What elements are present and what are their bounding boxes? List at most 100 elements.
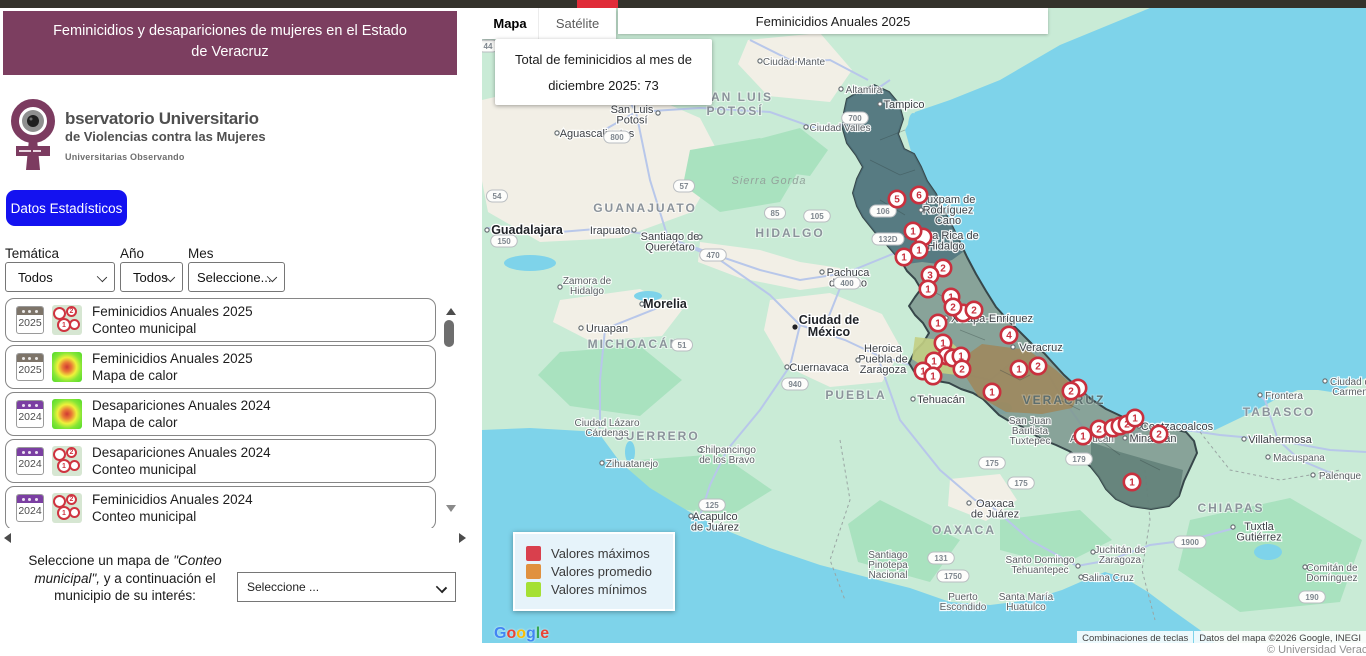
map-marker[interactable]: 1 bbox=[903, 221, 923, 241]
marker-count: 1 bbox=[989, 388, 995, 399]
city-dot bbox=[803, 124, 809, 130]
city-dot bbox=[1322, 378, 1328, 384]
city-label: Domínguez bbox=[1306, 573, 1357, 584]
tematica-select[interactable]: Todos bbox=[5, 262, 115, 292]
map-marker[interactable]: 1 bbox=[1009, 359, 1029, 379]
scrollbar-left-arrow[interactable] bbox=[4, 533, 11, 543]
city-dot bbox=[966, 500, 972, 506]
road-shield-number: 1750 bbox=[944, 572, 962, 581]
mes-label: Mes bbox=[188, 246, 214, 261]
map-marker[interactable]: 2 bbox=[1149, 424, 1169, 444]
map-marker[interactable]: 1 bbox=[928, 313, 948, 333]
observatory-logo: bservatorio Universitario de Violencias … bbox=[8, 94, 308, 178]
road-shield-number: 44 bbox=[484, 42, 493, 51]
map-marker[interactable]: 6 bbox=[909, 185, 929, 205]
legend-swatch bbox=[526, 546, 541, 561]
layer-card[interactable]: 2024 2 1 Feminicidios Anuales 2024 Conteo mu… bbox=[5, 486, 436, 528]
city-label: Villahermosa bbox=[1248, 434, 1312, 446]
female-symbol-icon bbox=[11, 99, 55, 170]
road-shield-number: 150 bbox=[497, 237, 511, 246]
layer-title: Feminicidios Anuales 2025 bbox=[92, 351, 253, 366]
google-logo[interactable]: Google bbox=[494, 625, 549, 643]
map-marker[interactable]: 5 bbox=[887, 189, 907, 209]
layer-card[interactable]: 2024 Desapariciones Anuales 2024 Mapa de c… bbox=[5, 392, 436, 436]
calendar-year-icon: 2025 bbox=[16, 353, 44, 381]
municipio-select[interactable]: Seleccione ... bbox=[237, 572, 456, 602]
scrollbar-up-arrow[interactable] bbox=[446, 308, 456, 315]
city-label: Escondido bbox=[940, 602, 987, 613]
map-overlay-title: Feminicidios Anuales 2025 bbox=[618, 8, 1048, 34]
city-dot bbox=[631, 227, 637, 233]
map-type-map-button[interactable]: Mapa bbox=[482, 8, 538, 39]
chevron-down-icon bbox=[96, 271, 108, 283]
city-label: Ciudad Mante bbox=[763, 57, 826, 68]
city-label: Querétaro bbox=[645, 242, 695, 254]
map-marker[interactable]: 1 bbox=[923, 366, 943, 386]
map-marker[interactable]: 2 bbox=[952, 359, 972, 379]
tooltip-line-2: diciembre 2025: 73 bbox=[548, 77, 659, 93]
map-marker[interactable]: 1 bbox=[1073, 426, 1093, 446]
state-label: GUANAJUATO bbox=[593, 201, 697, 215]
map-marker[interactable]: 1 bbox=[1122, 472, 1142, 492]
map-marker[interactable]: 1 bbox=[918, 279, 938, 299]
marker-count: 1 bbox=[916, 246, 922, 257]
scrollbar-right-arrow[interactable] bbox=[459, 533, 466, 543]
city-dot bbox=[1265, 454, 1271, 460]
map-marker[interactable]: 2 bbox=[964, 300, 984, 320]
road-shield-number: 125 bbox=[705, 501, 719, 510]
city-dot bbox=[697, 234, 703, 240]
marker-count: 4 bbox=[1006, 331, 1012, 342]
city-label: Tampico bbox=[884, 99, 925, 111]
city-dot bbox=[1302, 564, 1308, 570]
city-label: Tuxtepec bbox=[1010, 436, 1051, 447]
top-bar-accent bbox=[577, 0, 618, 8]
city-label: Macuspana bbox=[1273, 453, 1325, 464]
statistics-data-button[interactable]: Datos Estadísticos bbox=[6, 190, 127, 226]
scrollbar-down-arrow[interactable] bbox=[446, 505, 456, 512]
map-marker[interactable]: 1 bbox=[894, 247, 914, 267]
scrollbar-thumb[interactable] bbox=[444, 320, 454, 347]
legend-row: Valores máximos bbox=[526, 546, 662, 561]
city-label: Altamira bbox=[846, 85, 883, 96]
city-label: Zaragoza bbox=[860, 364, 907, 376]
layer-card[interactable]: 2025 Feminicidios Anuales 2025 Mapa de cal… bbox=[5, 345, 436, 389]
city-label: Veracruz bbox=[1019, 342, 1062, 354]
map-attribution: Combinaciones de teclas Datos del mapa ©… bbox=[1077, 631, 1366, 643]
city-label: Palenque bbox=[1319, 471, 1362, 482]
map-marker[interactable]: 4 bbox=[999, 325, 1019, 345]
google-map[interactable]: Sierra Gorda SAN LUIS POTOSÍ GUANAJUATO HID… bbox=[482, 8, 1366, 643]
city-label: Hidalgo bbox=[927, 241, 964, 253]
road-shield-number: 51 bbox=[678, 341, 687, 350]
mes-select[interactable]: Seleccione... bbox=[188, 262, 285, 292]
map-marker[interactable]: 2 bbox=[943, 297, 963, 317]
legend-label: Valores mínimos bbox=[551, 582, 647, 597]
map-type-satellite-button[interactable]: Satélite bbox=[538, 8, 616, 39]
terrain-labels: Sierra Gorda bbox=[732, 175, 806, 187]
road-shield-number: 132D bbox=[878, 235, 897, 244]
road-shield-number: 1900 bbox=[1181, 538, 1199, 547]
city-dot bbox=[578, 325, 584, 331]
logo-line-1: bservatorio Universitario bbox=[65, 109, 259, 128]
city-dot bbox=[855, 357, 861, 363]
city-dot bbox=[838, 86, 844, 92]
city-label: Tehuacán bbox=[917, 394, 965, 406]
map-marker[interactable]: 1 bbox=[982, 382, 1002, 402]
municipio-prompt: Seleccione un mapa de "Conteo municipal"… bbox=[12, 552, 238, 605]
road-shield-number: 940 bbox=[788, 380, 802, 389]
layer-card[interactable]: 2024 2 1 Desapariciones Anuales 2024 Conteo … bbox=[5, 439, 436, 483]
marker-count: 2 bbox=[959, 365, 965, 376]
city-dot bbox=[599, 460, 605, 466]
marker-count: 1 bbox=[910, 227, 916, 238]
keyboard-shortcuts-link[interactable]: Combinaciones de teclas bbox=[1077, 631, 1194, 643]
anio-select[interactable]: Todos bbox=[120, 262, 183, 292]
city-dot bbox=[1010, 344, 1016, 350]
map-marker[interactable]: 2 bbox=[1028, 356, 1048, 376]
map-marker[interactable]: 2 bbox=[1061, 381, 1081, 401]
road-shield-number: 175 bbox=[1014, 479, 1028, 488]
city-label: Cuernavaca bbox=[789, 362, 849, 374]
layer-title: Feminicidios Anuales 2025 bbox=[92, 304, 253, 319]
road-shield-number: 57 bbox=[680, 182, 689, 191]
layer-card[interactable]: 2025 2 1 Feminicidios Anuales 2025 Conteo mu… bbox=[5, 298, 436, 342]
layer-title: Feminicidios Anuales 2024 bbox=[92, 492, 253, 507]
map-marker[interactable]: 1 bbox=[1125, 408, 1145, 428]
